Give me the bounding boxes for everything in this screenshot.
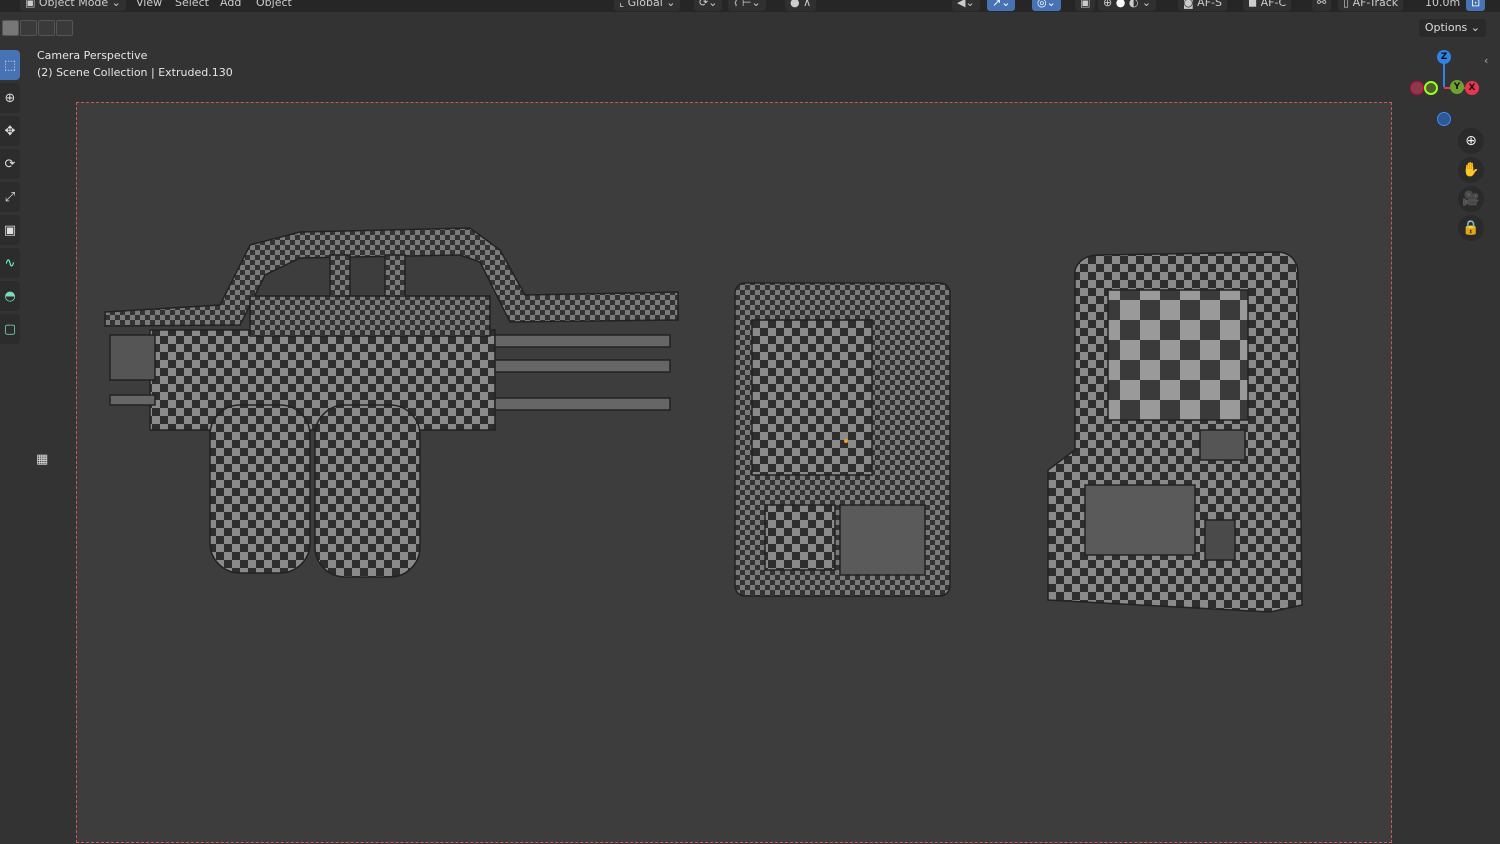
object-mode-icon: ▣ [25, 0, 39, 9]
quad-view-icon[interactable]: ▦ [36, 452, 52, 468]
rotate-tool[interactable]: ⟳ [0, 149, 20, 179]
terminal-model [1047, 251, 1303, 613]
gun-model [104, 227, 679, 578]
viewport-header: ▣ Object Mode ⌄ View Select Add Object ⌞… [0, 0, 1500, 12]
axis-x[interactable]: X [1465, 81, 1479, 95]
select-box-tool[interactable]: ⬚ [0, 50, 20, 80]
hand-icon: ✋ [1462, 162, 1480, 178]
move-icon: ✥ [4, 123, 16, 139]
axis-y[interactable]: Y [1450, 80, 1464, 94]
view-name: Camera Perspective [37, 49, 148, 62]
mode-dropdown[interactable]: ▣ Object Mode ⌄ [20, 0, 126, 11]
axis-neg-z[interactable] [1437, 112, 1451, 126]
link-button[interactable]: ⚯ [1312, 0, 1332, 11]
axis-neg-y[interactable] [1424, 81, 1438, 95]
rotate-icon: ⟳ [4, 156, 16, 172]
cube-icon: ▢ [3, 321, 17, 337]
shading-modes[interactable]: ⊕ ● ◐ ⌄ [1098, 0, 1157, 11]
move-tool[interactable]: ✥ [0, 116, 20, 146]
select-box-icon: ⬚ [3, 57, 17, 73]
af-c-button[interactable]: ◼ AF-C [1243, 0, 1292, 11]
scale-tool[interactable]: ⤢ [0, 182, 20, 212]
collection-info: (2) Scene Collection | Extruded.130 [37, 66, 233, 79]
lock-icon: 🔒 [1462, 220, 1480, 236]
tool-shelf: ⬚ ⊕ ✥ ⟳ ⤢ ▣ ∿ ◓ ▢ [0, 50, 20, 347]
af-track-button[interactable]: ▯ AF-Track [1338, 0, 1404, 11]
select-subtract-button[interactable] [38, 20, 55, 36]
axis-neg-x[interactable] [1410, 81, 1424, 95]
snap-dropdown[interactable]: ⌇ ⊢⌄ [728, 0, 766, 11]
menu-add[interactable]: Add [215, 0, 246, 11]
select-extend-button[interactable] [20, 20, 37, 36]
menu-select[interactable]: Select [170, 0, 214, 11]
transform-tool[interactable]: ▣ [0, 215, 20, 245]
menu-view[interactable]: View [131, 0, 167, 11]
pivot-dropdown[interactable]: ⟳⌄ [694, 0, 723, 11]
camera-icon: 🎥 [1462, 191, 1480, 207]
camera-view-button[interactable]: ⊡ [1466, 0, 1486, 11]
distance-readout: 10.0m [1425, 0, 1461, 9]
panel-model [734, 282, 951, 597]
measure-tool[interactable]: ◓ [0, 281, 20, 311]
af-s-button[interactable]: ◙ AF-S [1178, 0, 1227, 11]
zoom-icon: ⊕ [1465, 133, 1477, 149]
options-dropdown[interactable]: Options ⌄ [1418, 19, 1486, 37]
axis-z[interactable]: Z [1437, 50, 1451, 64]
gizmo-toggle[interactable]: ↗⌄ [987, 0, 1016, 11]
annotate-icon: ∿ [4, 255, 16, 271]
scale-icon: ⤢ [4, 189, 16, 205]
cursor-icon: ⊕ [4, 90, 16, 106]
sidebar-toggle-chevron-icon[interactable]: ‹ [1484, 54, 1488, 67]
zoom-button[interactable]: ⊕ [1458, 128, 1484, 154]
menu-object[interactable]: Object [251, 0, 297, 11]
pan-button[interactable]: ✋ [1458, 157, 1484, 183]
selection-mode-buttons [2, 20, 73, 36]
visibility-dropdown[interactable]: ◀⌄ [952, 0, 980, 11]
select-new-button[interactable] [2, 20, 19, 36]
add-cube-tool[interactable]: ▢ [0, 314, 20, 344]
proportional-edit[interactable]: ● ∧ [785, 0, 817, 11]
camera-view-toggle[interactable]: 🎥 [1458, 186, 1484, 212]
orientation-icon: ⌞ [619, 0, 628, 9]
scene-models [104, 227, 1303, 613]
annotate-tool[interactable]: ∿ [0, 248, 20, 278]
transform-icon: ▣ [3, 222, 17, 238]
select-intersect-button[interactable] [56, 20, 73, 36]
xray-toggle[interactable]: ▣ [1075, 0, 1096, 11]
overlay-toggle[interactable]: ◎⌄ [1032, 0, 1061, 11]
cursor-tool[interactable]: ⊕ [0, 83, 20, 113]
measure-icon: ◓ [4, 288, 16, 304]
orientation-dropdown[interactable]: ⌞ Global ⌄ [614, 0, 681, 11]
lock-camera-button[interactable]: 🔒 [1458, 215, 1484, 241]
